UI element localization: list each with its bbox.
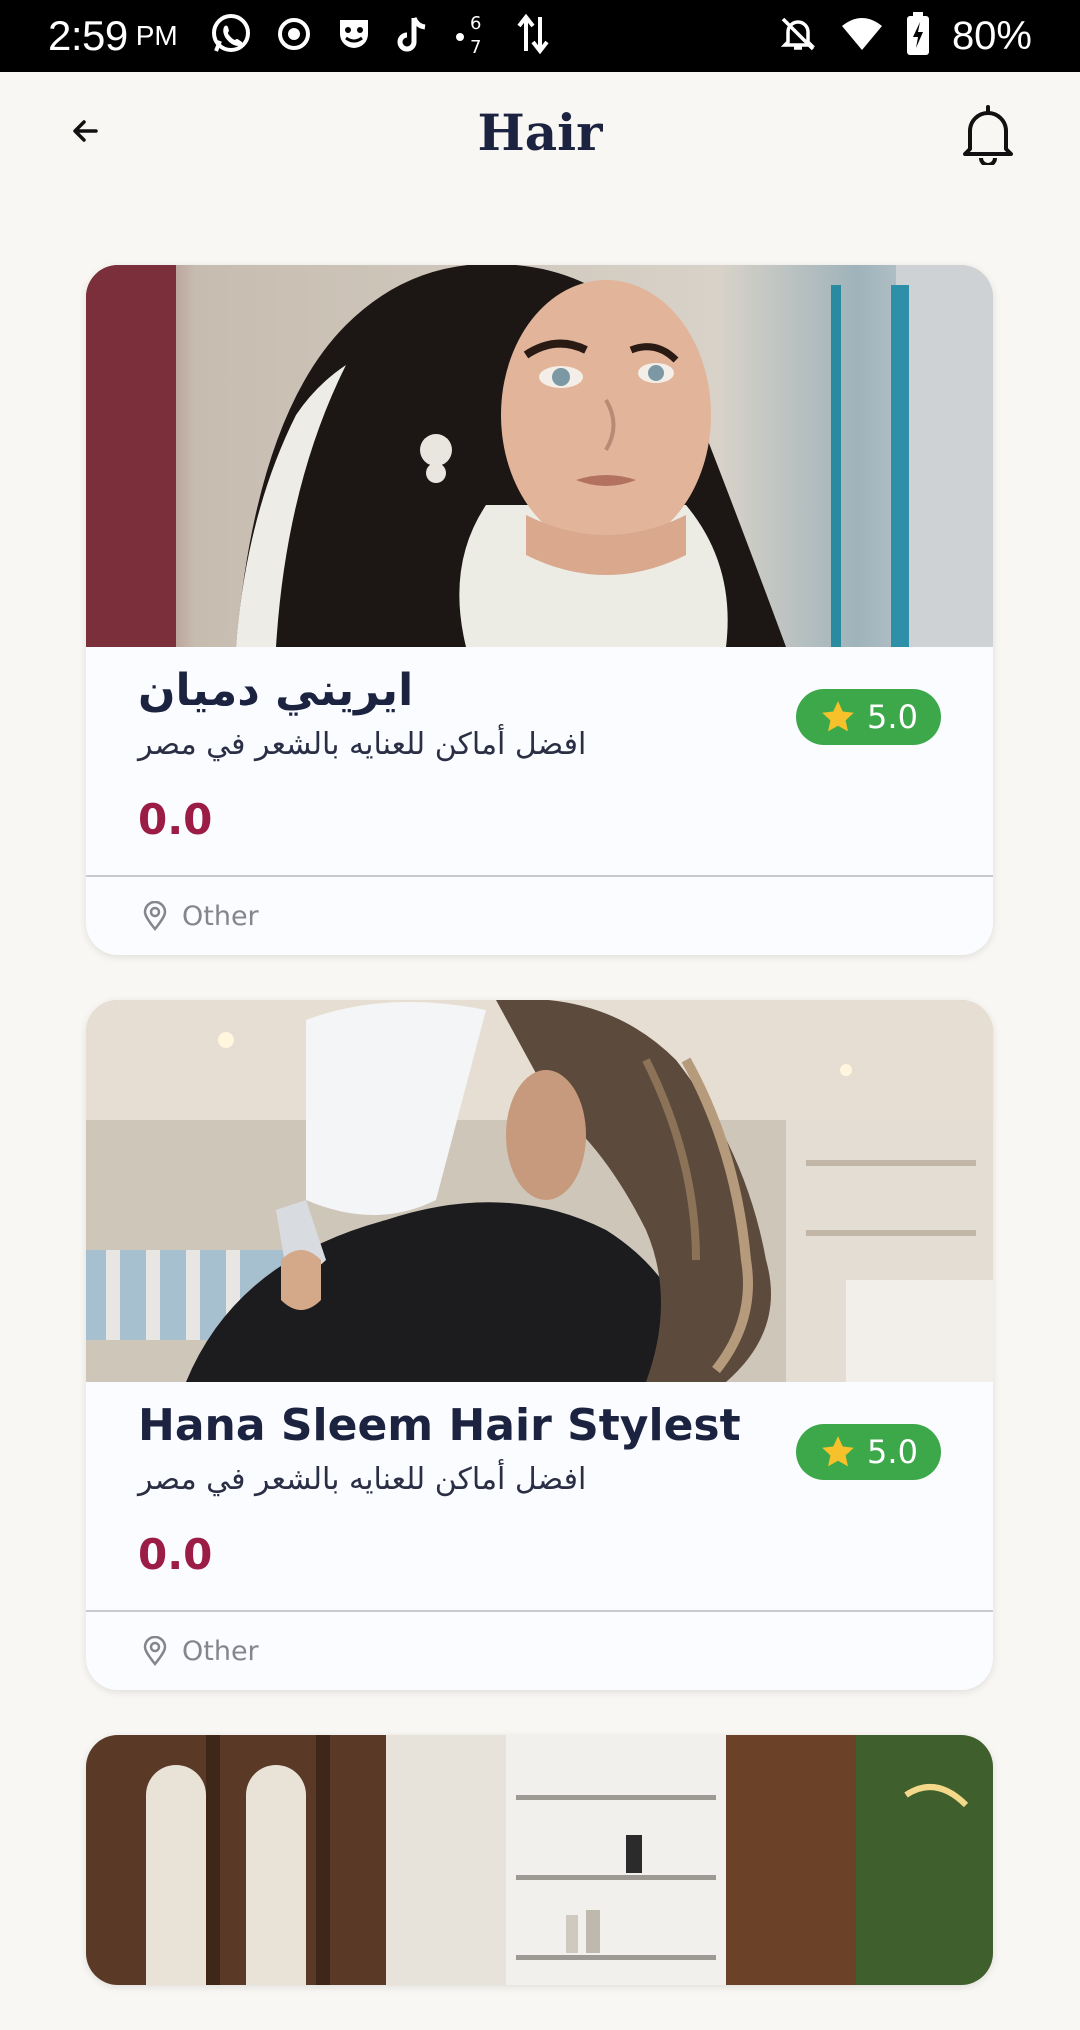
- salon-description: افضل أماكن للعنايه بالشعر في مصر: [138, 1462, 587, 1497]
- status-system-icons: 80%: [778, 12, 1032, 60]
- notifications-button[interactable]: [956, 102, 1020, 166]
- salon-price: 0.0: [138, 1530, 213, 1579]
- wifi-icon: [840, 16, 884, 56]
- salon-card-details: Hana Sleem Hair Stylest افضل أماكن للعنا…: [86, 1382, 993, 1610]
- location-label: Other: [182, 900, 259, 932]
- salon-photo: [86, 1000, 993, 1382]
- salon-photo: [86, 265, 993, 647]
- status-time: 2:59: [48, 12, 128, 59]
- app-header: Hair: [0, 72, 1080, 192]
- svg-text:7: 7: [470, 37, 481, 57]
- data-arrows-icon: [516, 11, 550, 61]
- salon-list: ايريني دميان افضل أماكن للعنايه بالشعر ف…: [86, 265, 993, 2030]
- salon-photo: [86, 1735, 993, 1985]
- battery-charging-icon: [906, 12, 930, 60]
- rating-value: 5.0: [867, 1433, 918, 1471]
- salon-location: Other: [86, 1612, 993, 1690]
- star-icon: [822, 1436, 854, 1467]
- rating-value: 5.0: [867, 698, 918, 736]
- location-label: Other: [182, 1635, 259, 1667]
- salon-card-details: ايريني دميان افضل أماكن للعنايه بالشعر ف…: [86, 647, 993, 875]
- status-notification-icons: 67: [208, 11, 550, 61]
- data-6-7-icon: 67: [454, 11, 494, 61]
- salon-price: 0.0: [138, 795, 213, 844]
- bell-icon: [963, 105, 1013, 165]
- record-icon: [276, 16, 312, 56]
- page-title: Hair: [477, 102, 603, 162]
- salon-card[interactable]: Hana Sleem Hair Stylest افضل أماكن للعنا…: [86, 1000, 993, 1690]
- status-bar: 2:59 PM 67 80%: [0, 0, 1080, 72]
- back-button[interactable]: [60, 106, 110, 156]
- salon-description: افضل أماكن للعنايه بالشعر في مصر: [138, 727, 587, 762]
- arrow-left-icon: [73, 120, 98, 142]
- salon-card[interactable]: [86, 1735, 993, 1985]
- salon-name: Hana Sleem Hair Stylest: [138, 1400, 741, 1451]
- location-pin-icon: [143, 901, 167, 931]
- rating-badge: 5.0: [796, 689, 941, 745]
- salon-card[interactable]: ايريني دميان افضل أماكن للعنايه بالشعر ف…: [86, 265, 993, 955]
- location-pin-icon: [143, 1636, 167, 1666]
- whatsapp-icon: [208, 11, 254, 61]
- status-ampm: PM: [135, 20, 178, 51]
- battery-percent: 80%: [951, 13, 1032, 58]
- star-icon: [822, 701, 854, 732]
- mask-icon: [334, 14, 374, 58]
- rating-badge: 5.0: [796, 1424, 941, 1480]
- notifications-off-icon: [778, 14, 818, 58]
- svg-text:6: 6: [470, 13, 481, 34]
- salon-name: ايريني دميان: [138, 665, 414, 716]
- tiktok-icon: [396, 14, 432, 58]
- salon-location: Other: [86, 877, 993, 955]
